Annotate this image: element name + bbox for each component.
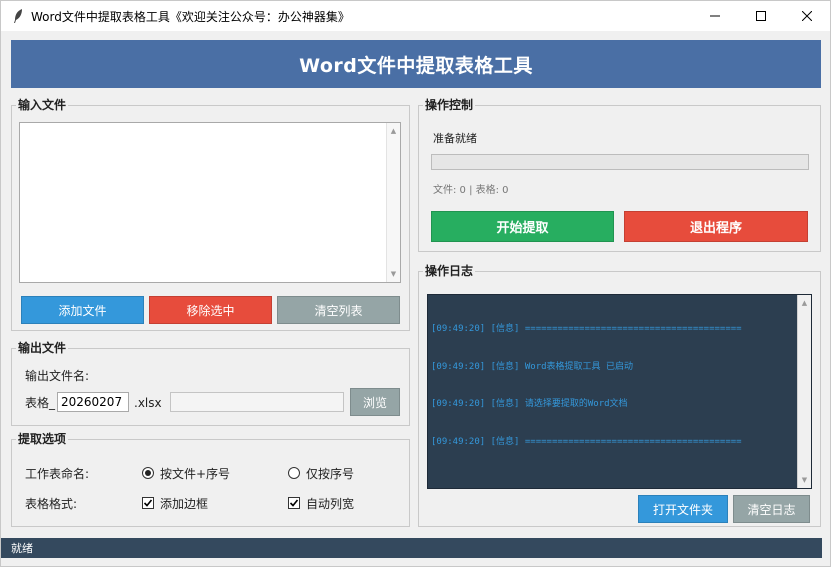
log-line: [09:49:20] [信息] ========================…: [431, 324, 742, 334]
auto-width-checkbox[interactable]: [288, 497, 300, 509]
file-listbox[interactable]: ▲ ▼: [19, 122, 401, 283]
output-path-field[interactable]: [170, 392, 344, 412]
add-file-button[interactable]: 添加文件: [21, 296, 144, 324]
exit-program-button[interactable]: 退出程序: [624, 211, 808, 242]
page-title: Word文件中提取表格工具: [299, 54, 533, 77]
log-line: [09:49:20] [信息] Word表格提取工具 已启动: [431, 361, 633, 372]
radio-file-and-index[interactable]: [142, 467, 154, 479]
radio-index-only[interactable]: [288, 467, 300, 479]
controls-group: 操作控制 准备就绪 文件: 0 | 表格: 0 开始提取 退出程序: [418, 97, 821, 252]
checkmark-icon: [143, 499, 153, 507]
output-name-label: 输出文件名:: [25, 369, 90, 383]
clear-list-button[interactable]: 清空列表: [277, 296, 400, 324]
file-list-scrollbar[interactable]: ▲ ▼: [386, 123, 400, 282]
log-textarea[interactable]: [09:49:20] [信息] ========================…: [427, 294, 812, 489]
input-files-group-label: 输入文件: [16, 97, 69, 113]
scroll-down-icon[interactable]: ▼: [798, 473, 811, 487]
maximize-icon: [756, 11, 766, 21]
status-text: 准备就绪: [433, 132, 477, 145]
status-bar: 就绪: [1, 538, 822, 558]
sheet-name-label: 工作表命名:: [25, 467, 90, 481]
feather-icon: [11, 8, 25, 24]
remove-selected-button[interactable]: 移除选中: [149, 296, 272, 324]
start-extract-button[interactable]: 开始提取: [431, 211, 614, 242]
status-bar-text: 就绪: [11, 542, 33, 555]
radio-index-only-label[interactable]: 仅按序号: [306, 466, 354, 482]
extract-options-group: 提取选项 工作表命名: 按文件+序号 仅按序号 表格格式: 添加边框 自动列宽: [11, 431, 410, 527]
add-border-checkbox[interactable]: [142, 497, 154, 509]
browse-button[interactable]: 浏览: [350, 388, 400, 416]
controls-group-label: 操作控制: [423, 97, 476, 113]
radio-file-and-index-label[interactable]: 按文件+序号: [160, 466, 230, 482]
app-window: Word文件中提取表格工具《欢迎关注公众号：办公神器集》 Word文件中提取表格…: [0, 0, 831, 567]
minimize-icon: [710, 15, 720, 17]
checkmark-icon: [289, 499, 299, 507]
output-name-input[interactable]: 20260207: [57, 392, 129, 412]
clear-log-button[interactable]: 清空日志: [733, 495, 810, 523]
output-file-group: 输出文件 输出文件名: 表格_ 20260207 .xlsx 浏览: [11, 340, 410, 426]
log-line: [09:49:20] [信息] ========================…: [431, 436, 742, 447]
window-controls: [692, 1, 830, 31]
log-group: 操作日志 [09:49:20] [信息] ===================…: [418, 263, 821, 527]
maximize-button[interactable]: [738, 1, 784, 31]
close-icon: [802, 11, 812, 21]
window-title: Word文件中提取表格工具《欢迎关注公众号：办公神器集》: [31, 9, 350, 24]
table-format-label: 表格格式:: [25, 497, 78, 511]
log-group-label: 操作日志: [423, 263, 476, 279]
auto-width-label[interactable]: 自动列宽: [306, 496, 354, 512]
add-border-label[interactable]: 添加边框: [160, 496, 208, 512]
scroll-down-icon[interactable]: ▼: [387, 267, 400, 281]
scroll-up-icon[interactable]: ▲: [387, 124, 400, 138]
close-button[interactable]: [784, 1, 830, 31]
progress-bar: [431, 154, 809, 170]
log-line: [09:49:20] [信息] 请选择要提取的Word文档: [431, 399, 628, 409]
output-file-group-label: 输出文件: [16, 340, 69, 356]
log-scrollbar[interactable]: ▲ ▼: [797, 295, 811, 488]
open-folder-button[interactable]: 打开文件夹: [638, 495, 728, 523]
extract-options-group-label: 提取选项: [16, 431, 69, 447]
stats-text: 文件: 0 | 表格: 0: [433, 185, 509, 196]
title-bar: Word文件中提取表格工具《欢迎关注公众号：办公神器集》: [1, 1, 830, 31]
output-extension-label: .xlsx: [134, 396, 162, 410]
scroll-up-icon[interactable]: ▲: [798, 296, 811, 310]
minimize-button[interactable]: [692, 1, 738, 31]
output-prefix-label: 表格_: [25, 396, 56, 410]
log-lines: [09:49:20] [信息] ========================…: [431, 298, 742, 473]
input-files-group: 输入文件 ▲ ▼ 添加文件 移除选中 清空列表: [11, 97, 410, 331]
header-banner: Word文件中提取表格工具: [11, 40, 821, 88]
